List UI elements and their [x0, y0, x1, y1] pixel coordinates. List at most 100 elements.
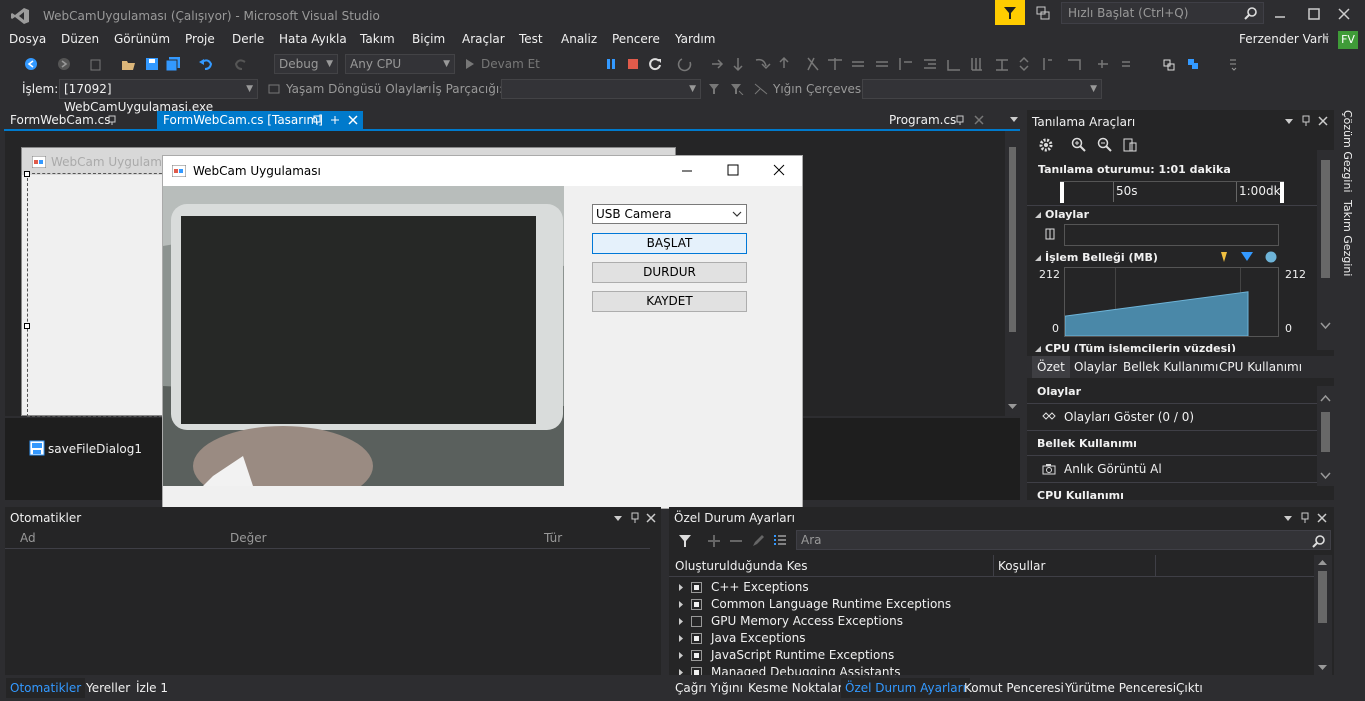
exception-checkbox[interactable]	[691, 599, 702, 610]
tab-watch-1[interactable]: İzle 1	[132, 678, 172, 698]
stop-icon[interactable]	[624, 54, 642, 74]
close-icon[interactable]	[646, 513, 656, 523]
side-tab-solution-explorer[interactable]: Çözüm Gezgini	[1340, 110, 1358, 193]
scrollbar-thumb[interactable]	[1321, 412, 1330, 452]
save-all-icon[interactable]	[164, 54, 182, 74]
resize-handle[interactable]	[24, 323, 30, 329]
close-icon[interactable]	[1318, 116, 1328, 126]
reset-zoom-icon[interactable]	[1122, 137, 1138, 153]
menu-dosya[interactable]: Dosya	[9, 32, 46, 46]
exception-checkbox[interactable]	[691, 633, 702, 644]
tab-immediate-window[interactable]: Yürütme Penceresi	[1061, 678, 1180, 698]
menu-duzen[interactable]: Düzen	[61, 32, 99, 46]
redo-icon[interactable]	[230, 54, 252, 74]
scrollbar-thumb[interactable]	[1318, 571, 1327, 623]
exception-row[interactable]: Common Language Runtime Exceptions	[669, 596, 1314, 613]
menu-proje[interactable]: Proje	[185, 32, 215, 46]
diag-tab-events[interactable]: Olaylar	[1074, 360, 1117, 374]
feedback-icon[interactable]	[1035, 5, 1051, 21]
thread-filter-icon[interactable]	[708, 83, 720, 95]
maximize-button[interactable]	[1306, 7, 1322, 21]
minimize-button[interactable]	[1272, 7, 1288, 21]
scrollbar-thumb[interactable]	[1321, 160, 1330, 278]
diag-tab-memory[interactable]: Bellek Kullanımı	[1123, 360, 1218, 374]
process-select[interactable]: [17092] WebCamUygulamasi.exe ▼	[59, 79, 258, 114]
app-minimize-button[interactable]	[681, 165, 693, 177]
stop-button[interactable]: DURDUR	[592, 262, 747, 283]
close-icon[interactable]	[1317, 513, 1327, 523]
panel-menu-icon[interactable]	[1285, 119, 1293, 125]
save-button[interactable]: KAYDET	[592, 291, 747, 312]
menu-hata-ayikla[interactable]: Hata Ayıkla	[279, 32, 347, 46]
exception-row[interactable]: Java Exceptions	[669, 630, 1314, 647]
app-maximize-button[interactable]	[727, 164, 739, 176]
col-value[interactable]: Değer	[230, 531, 267, 545]
scroll-up-icon[interactable]	[1318, 560, 1327, 566]
add-icon[interactable]	[707, 534, 721, 548]
pin-icon[interactable]	[956, 115, 964, 125]
tab-call-stack[interactable]: Çağrı Yığını	[671, 678, 747, 698]
menu-yardim[interactable]: Yardım	[675, 32, 715, 46]
expand-icon[interactable]	[678, 651, 684, 660]
app-close-button[interactable]	[773, 164, 785, 176]
pin-icon[interactable]	[1301, 512, 1309, 524]
expand-icon[interactable]	[678, 617, 684, 626]
edit-condition-icon[interactable]	[751, 534, 765, 548]
new-project-icon[interactable]	[87, 54, 105, 74]
tab-breakpoints[interactable]: Kesme Noktaları	[744, 678, 850, 698]
col-type[interactable]: Tür	[544, 531, 562, 545]
diag-scrollbar-top[interactable]	[1317, 150, 1334, 350]
user-name[interactable]: Ferzender Varli	[1239, 32, 1329, 46]
restart-icon[interactable]	[646, 54, 664, 74]
col-name[interactable]: Ad	[20, 531, 36, 545]
stack-frame-select[interactable]: ▼	[862, 79, 1102, 99]
close-icon[interactable]	[348, 115, 358, 125]
exception-checkbox[interactable]	[691, 582, 702, 593]
collapse-icon[interactable]	[1034, 254, 1042, 262]
col-conditions[interactable]: Koşullar	[998, 559, 1045, 573]
menu-takim[interactable]: Takım	[360, 32, 395, 46]
diag-tab-summary[interactable]: Özet	[1032, 356, 1070, 378]
undo-icon[interactable]	[195, 54, 217, 74]
quick-launch-input[interactable]: Hızlı Başlat (Ctrl+Q)	[1061, 2, 1264, 24]
pin-icon[interactable]	[1302, 115, 1310, 127]
exceptions-search-input[interactable]: Ara	[796, 530, 1331, 550]
menu-analiz[interactable]: Analiz	[561, 32, 597, 46]
close-icon[interactable]	[974, 115, 984, 125]
take-snapshot-link[interactable]: Anlık Görüntü Al	[1064, 462, 1162, 476]
save-icon[interactable]	[143, 54, 161, 74]
tab-exception-settings[interactable]: Özel Durum Ayarları	[841, 678, 970, 698]
tab-command-window[interactable]: Komut Penceresi	[960, 678, 1068, 698]
designer-scrollbar[interactable]	[1005, 131, 1020, 416]
chevron-down-icon[interactable]	[1322, 34, 1330, 42]
exception-checkbox[interactable]	[691, 650, 702, 661]
tab-autos[interactable]: Otomatikler	[6, 678, 86, 698]
scroll-down-icon[interactable]	[1320, 322, 1331, 330]
exception-row[interactable]: C++ Exceptions	[669, 579, 1314, 596]
pin-icon[interactable]	[631, 512, 639, 524]
config-select[interactable]: Debug ▼	[274, 54, 338, 74]
list-options-icon[interactable]	[773, 534, 787, 548]
menu-araclar[interactable]: Araçlar	[462, 32, 505, 46]
forward-icon[interactable]	[55, 54, 73, 74]
tab-output[interactable]: Çıktı	[1172, 678, 1207, 698]
exception-checkbox[interactable]	[691, 616, 702, 627]
collapse-icon[interactable]	[1034, 211, 1042, 219]
open-folder-icon[interactable]	[120, 54, 138, 74]
filter-icon[interactable]	[678, 534, 692, 548]
expand-icon[interactable]	[678, 600, 684, 609]
scrollbar-thumb[interactable]	[1009, 147, 1016, 332]
panel-menu-icon[interactable]	[1284, 516, 1292, 522]
menu-gorunum[interactable]: Görünüm	[114, 32, 170, 46]
tab-locals[interactable]: Yereller	[82, 678, 134, 698]
pause-icon[interactable]	[602, 54, 620, 74]
diag-scrollbar-bottom[interactable]	[1317, 386, 1334, 486]
lifecycle-events[interactable]: Yaşam Döngüsü Olayları	[286, 82, 431, 96]
side-tab-team-explorer[interactable]: Takım Gezgini	[1340, 200, 1358, 278]
float-icon[interactable]	[330, 115, 340, 125]
pin-icon[interactable]	[313, 115, 321, 125]
expand-icon[interactable]	[678, 668, 684, 675]
expand-icon[interactable]	[678, 634, 684, 643]
user-avatar[interactable]: FV	[1338, 31, 1358, 49]
exception-row[interactable]: GPU Memory Access Exceptions	[669, 613, 1314, 630]
